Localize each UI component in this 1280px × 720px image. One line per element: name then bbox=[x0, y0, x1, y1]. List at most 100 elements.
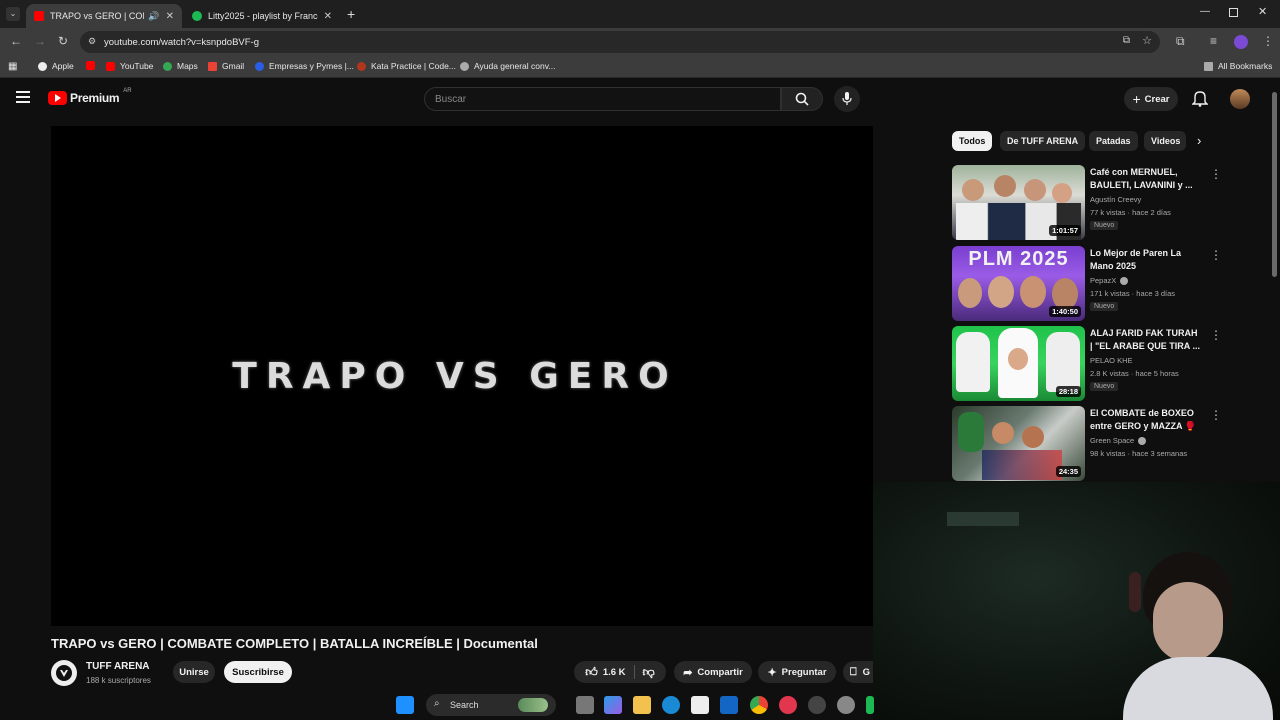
taskbar-app-icon[interactable] bbox=[866, 696, 874, 714]
edge-icon[interactable] bbox=[662, 696, 680, 714]
verified-icon bbox=[1120, 276, 1129, 285]
notifications-bell-icon[interactable] bbox=[1191, 90, 1209, 112]
voice-search-button[interactable] bbox=[834, 86, 860, 112]
store-icon[interactable] bbox=[691, 696, 709, 714]
join-button[interactable]: Unirse bbox=[173, 661, 215, 683]
bookmark-youtube[interactable]: YouTube bbox=[106, 61, 153, 71]
recommendation-item[interactable]: 1:01:57 Café con MERNUEL, BAULETI, LAVAN… bbox=[952, 165, 1222, 241]
channel-avatar[interactable] bbox=[51, 660, 77, 686]
profile-avatar[interactable] bbox=[1234, 35, 1248, 49]
close-tab-icon[interactable]: ✕ bbox=[166, 11, 174, 22]
bookmark-empresas[interactable]: Empresas y Pymes |... bbox=[255, 61, 354, 71]
bookmark-kata[interactable]: Kata Practice | Code... bbox=[357, 61, 456, 71]
chip-todos[interactable]: Todos bbox=[952, 131, 993, 151]
chip-de-tuff-arena[interactable]: De TUFF ARENA bbox=[1000, 131, 1086, 151]
task-view-icon[interactable] bbox=[576, 696, 594, 714]
chip-patadas[interactable]: Patadas bbox=[1089, 131, 1138, 151]
bookmark-icon: ⎕ bbox=[850, 665, 857, 678]
like-count: 1.6 K bbox=[602, 666, 626, 678]
bookmark-ayuda[interactable]: Ayuda general conv... bbox=[460, 61, 555, 71]
menu-icon[interactable]: ⋮ bbox=[1262, 34, 1274, 48]
extensions-icon[interactable]: ⧉ bbox=[1176, 34, 1185, 49]
tab-active-video[interactable]: TRAPO vs GERO | COMBATE 🔊 ✕ bbox=[26, 4, 182, 28]
more-options-icon[interactable]: ⋮ bbox=[1210, 248, 1222, 262]
back-icon[interactable]: ← bbox=[10, 34, 22, 48]
hamburger-menu-icon[interactable] bbox=[16, 91, 30, 103]
video-title: TRAPO vs GERO | COMBATE COMPLETO | BATAL… bbox=[51, 636, 538, 651]
webcam-person bbox=[1123, 542, 1273, 720]
reading-list-icon[interactable]: ≡ bbox=[1210, 34, 1217, 48]
chips-next-arrow-icon[interactable]: › bbox=[1197, 133, 1201, 148]
subscribe-button[interactable]: Suscribirse bbox=[224, 661, 292, 683]
bookmark-label: Apple bbox=[52, 61, 74, 71]
windows-start-icon[interactable] bbox=[396, 696, 414, 714]
codewars-icon bbox=[357, 61, 366, 71]
video-duration: 1:40:50 bbox=[1049, 306, 1081, 317]
video-duration: 28:18 bbox=[1055, 386, 1081, 397]
folder-icon bbox=[1204, 61, 1213, 71]
youtube-favicon-icon bbox=[34, 11, 44, 21]
taskbar-search[interactable]: ⌕ Search bbox=[426, 694, 556, 716]
restore-button[interactable] bbox=[1229, 8, 1238, 17]
share-icon: ➦ bbox=[683, 666, 693, 679]
outlook-icon[interactable] bbox=[720, 696, 738, 714]
site-info-icon[interactable]: ⚙ bbox=[88, 36, 96, 47]
save-button[interactable]: ⎕ G bbox=[843, 661, 873, 683]
video-thumbnail[interactable]: 24:35 bbox=[952, 406, 1085, 481]
close-window-button[interactable]: ✕ bbox=[1258, 5, 1267, 18]
speaker-icon[interactable]: 🔊 bbox=[148, 11, 159, 22]
forward-icon[interactable]: → bbox=[34, 34, 46, 48]
bookmark-label: Gmail bbox=[222, 61, 245, 71]
chrome-icon[interactable] bbox=[750, 696, 768, 714]
close-tab-icon[interactable]: ✕ bbox=[324, 11, 332, 22]
tab-label: TRAPO vs GERO | COMBATE bbox=[50, 11, 144, 21]
share-button[interactable]: ➦ Compartir bbox=[674, 661, 752, 683]
settings-gear-icon[interactable] bbox=[837, 696, 855, 714]
steam-icon[interactable] bbox=[808, 696, 826, 714]
video-thumbnail[interactable]: 28:18 bbox=[952, 326, 1085, 401]
bookmark-maps[interactable]: Maps bbox=[163, 61, 198, 71]
more-options-icon[interactable]: ⋮ bbox=[1210, 408, 1222, 422]
bookmark-label: Empresas y Pymes |... bbox=[269, 61, 354, 71]
all-bookmarks[interactable]: All Bookmarks bbox=[1204, 61, 1272, 71]
bookmark-star-icon[interactable]: ☆ bbox=[1142, 34, 1152, 47]
thumbs-down-icon[interactable]: 👎︎ bbox=[643, 665, 655, 680]
like-button[interactable]: 👍︎ 1.6 K bbox=[585, 665, 625, 680]
bookmark-blank[interactable] bbox=[86, 61, 100, 70]
create-button[interactable]: + Crear bbox=[1124, 87, 1178, 111]
install-icon[interactable]: ⧉ bbox=[1123, 35, 1130, 46]
video-thumbnail[interactable]: PLM 2025 1:40:50 bbox=[952, 246, 1085, 321]
more-options-icon[interactable]: ⋮ bbox=[1210, 328, 1222, 342]
chip-videos[interactable]: Videos bbox=[1144, 131, 1186, 151]
video-player[interactable]: TRAPO VS GERO bbox=[51, 126, 873, 626]
reload-icon[interactable]: ↻ bbox=[58, 34, 68, 48]
channel-name[interactable]: TUFF ARENA bbox=[86, 661, 150, 672]
tab-search-button[interactable]: ⌄ bbox=[6, 7, 20, 21]
recommendation-meta: 77 k vistas · hace 2 días bbox=[1090, 208, 1171, 217]
new-tab-button[interactable]: + bbox=[347, 6, 355, 22]
chip-label: Todos bbox=[959, 136, 986, 146]
recommendation-item[interactable]: 24:35 El COMBATE de BOXEO entre GERO y M… bbox=[952, 406, 1222, 482]
tab-spotify[interactable]: Litty2025 - playlist by FrancoBe ✕ bbox=[184, 4, 340, 28]
bookmark-apple[interactable]: Apple bbox=[38, 61, 74, 71]
url-text: youtube.com/watch?v=ksnpdoBVF-g bbox=[104, 36, 259, 48]
search-input[interactable]: Buscar bbox=[424, 87, 781, 111]
page-scrollbar[interactable] bbox=[1272, 92, 1277, 277]
copilot-icon[interactable] bbox=[604, 696, 622, 714]
search-button[interactable] bbox=[781, 87, 823, 111]
search-placeholder: Buscar bbox=[435, 93, 467, 105]
minimize-button[interactable]: — bbox=[1200, 6, 1210, 17]
apps-grid-icon[interactable]: ▦ bbox=[8, 61, 17, 72]
recommendation-item[interactable]: 28:18 ALAJ FARID FAK TURAH | "EL ARABE Q… bbox=[952, 326, 1222, 402]
ask-button[interactable]: ✦ Preguntar bbox=[758, 661, 836, 683]
opera-icon[interactable] bbox=[779, 696, 797, 714]
youtube-premium-logo[interactable]: Premium AR bbox=[48, 88, 132, 105]
address-bar[interactable]: ⚙ youtube.com/watch?v=ksnpdoBVF-g ⧉ ☆ bbox=[80, 31, 1160, 53]
subscribe-label: Suscribirse bbox=[232, 666, 284, 678]
bookmark-gmail[interactable]: Gmail bbox=[208, 61, 244, 71]
user-avatar[interactable] bbox=[1230, 89, 1250, 109]
more-options-icon[interactable]: ⋮ bbox=[1210, 167, 1222, 181]
video-thumbnail[interactable]: 1:01:57 bbox=[952, 165, 1085, 240]
file-explorer-icon[interactable] bbox=[633, 696, 651, 714]
recommendation-item[interactable]: PLM 2025 1:40:50 Lo Mejor de Paren La Ma… bbox=[952, 246, 1222, 322]
